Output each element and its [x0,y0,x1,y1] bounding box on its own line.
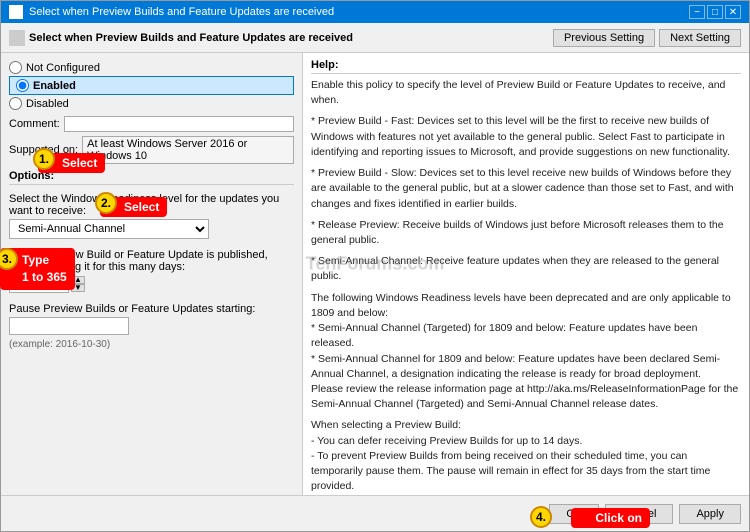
title-bar-controls: − □ ✕ [689,5,741,19]
close-button[interactable]: ✕ [725,5,741,19]
help-text: Enable this policy to specify the level … [311,78,741,495]
disabled-row: Disabled [9,97,294,110]
badge-2-number: 2. [95,192,117,214]
right-panel: Help: Enable this policy to specify the … [303,53,749,495]
help-label: Help: [311,59,741,74]
content-area: Not Configured Enabled Disabled Comment: [1,53,749,495]
help-para-1: * Preview Build - Fast: Devices set to t… [311,114,741,160]
date-example: (example: 2016-10-30) [9,339,294,350]
help-para-5: The following Windows Readiness levels h… [311,291,741,413]
enabled-radio[interactable] [16,79,29,92]
comment-label: Comment: [9,118,60,130]
help-para-2: * Preview Build - Slow: Devices set to t… [311,166,741,212]
toolbar-title: Select when Preview Builds and Feature U… [29,32,549,44]
dropdown-row: Semi-Annual Channel [9,219,294,239]
disabled-label: Disabled [26,98,69,110]
enabled-label: Enabled [33,80,76,92]
toolbar: Select when Preview Builds and Feature U… [1,23,749,53]
not-configured-row: Not Configured [9,61,294,74]
not-configured-label: Not Configured [26,62,100,74]
comment-input[interactable] [64,116,294,132]
title-bar: Select when Preview Builds and Feature U… [1,1,749,23]
next-setting-button[interactable]: Next Setting [659,29,741,47]
window-title: Select when Preview Builds and Feature U… [29,6,334,18]
disabled-radio[interactable] [9,97,22,110]
date-input-row [9,317,294,335]
main-window: Select when Preview Builds and Feature U… [0,0,750,532]
supported-value: At least Windows Server 2016 or Windows … [82,136,294,164]
not-configured-radio[interactable] [9,61,22,74]
minimize-button[interactable]: − [689,5,705,19]
maximize-button[interactable]: □ [707,5,723,19]
comment-row: Comment: [9,116,294,132]
badge-1-number: 1. [33,148,55,170]
channel-dropdown[interactable]: Semi-Annual Channel [9,219,209,239]
toolbar-icon [9,30,25,46]
badge-4-label: Click on [571,508,650,528]
help-para-0: Enable this policy to specify the level … [311,78,741,108]
pause-date-input[interactable] [9,317,129,335]
enabled-row: Enabled [9,76,294,95]
radio-group: Not Configured Enabled Disabled [9,59,294,112]
prev-setting-button[interactable]: Previous Setting [553,29,655,47]
help-para-6: When selecting a Preview Build: - You ca… [311,418,741,495]
help-para-4: * Semi-Annual Channel: Receive feature u… [311,254,741,284]
apply-button[interactable]: Apply [679,504,741,524]
window-icon [9,5,23,19]
help-para-3: * Release Preview: Receive builds of Win… [311,218,741,248]
pause-label: Pause Preview Builds or Feature Updates … [9,303,294,315]
badge-4-number: 4. [530,506,552,528]
